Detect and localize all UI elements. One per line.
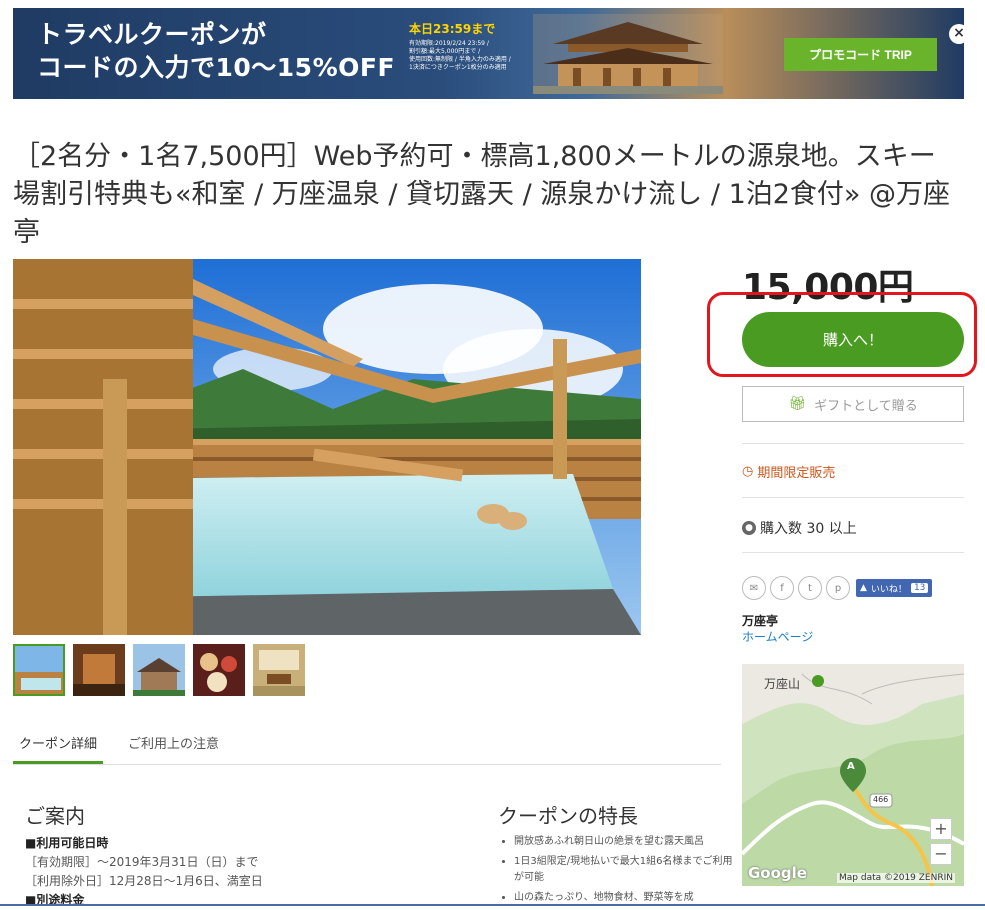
guide-info: ■利用可能日時 ［有効期限］〜2019年3月31日（日）まで ［利用除外日］12… xyxy=(25,834,465,910)
buy-button[interactable]: 購入へ！ xyxy=(742,312,964,367)
thumbnail-strip xyxy=(13,644,305,696)
banner-deadline: 本日23:59まで xyxy=(409,22,496,36)
expiry-value: ［有効期限］〜2019年3月31日（日）まで xyxy=(25,855,259,869)
excluded-dates-value: ［利用除外日］12月28日〜1月6日、満室日 xyxy=(25,874,263,888)
features-list: 開放感あふれ朝日山の絶景を望む露天風呂 1日3組限定/現地払いで最大1組6名様ま… xyxy=(498,834,736,910)
deal-title: ［2名分・1名7,500円］Web予約可・標高1,800メートルの源泉地。スキー… xyxy=(13,141,951,248)
people-icon: ● xyxy=(742,521,756,535)
guide-heading: ご案内 xyxy=(25,804,85,828)
thumbnail-exterior[interactable] xyxy=(133,644,185,696)
like-label: いいね！ xyxy=(870,584,907,595)
facebook-like-button[interactable]: ▲ いいね！ 13 xyxy=(856,579,933,597)
thumbnail-lobby[interactable] xyxy=(73,644,125,696)
homepage-link[interactable]: ホームページ xyxy=(742,628,813,645)
zoom-out-button[interactable]: − xyxy=(930,843,952,865)
pinterest-share-icon[interactable]: p xyxy=(826,576,850,600)
main-photo-onsen[interactable] xyxy=(13,259,641,635)
map-pin-icon[interactable]: A xyxy=(847,761,855,772)
purchase-count: ● 購入数 30 以上 xyxy=(742,518,857,538)
close-icon[interactable]: × xyxy=(949,24,964,44)
thumbnail-onsen[interactable] xyxy=(13,644,65,696)
limited-label: 期間限定販売 xyxy=(757,466,836,481)
promo-code-button[interactable]: プロモコード TRIP xyxy=(784,38,937,71)
map-place-label: 万座山 xyxy=(764,675,800,692)
share-bar: ✉ f t p ▲ いいね！ 13 xyxy=(742,576,933,600)
place-name: 万座山 xyxy=(764,677,801,691)
thumbnail-room[interactable] xyxy=(253,644,305,696)
gift-label: ギフトとして贈る xyxy=(814,398,918,414)
zoom-in-button[interactable]: + xyxy=(930,818,952,840)
divider xyxy=(742,552,964,553)
thumbs-up-icon: ▲ xyxy=(860,583,867,593)
feature-item: 開放感あふれ朝日山の絶景を望む露天風呂 xyxy=(514,834,736,850)
detail-tabs: クーポン詳細 ご利用上の注意 xyxy=(13,731,721,765)
map-attribution: Map data ©2019 ZENRIN xyxy=(837,873,955,883)
feature-item: 1日3組限定/現地払いで最大1組6名様までご利用が可能 xyxy=(514,854,736,886)
limited-time-badge: ◷ 期間限定販売 xyxy=(742,462,835,481)
divider xyxy=(742,497,964,498)
divider xyxy=(742,443,964,444)
google-logo: Google xyxy=(748,864,807,882)
bought-label: 購入数 30 以上 xyxy=(760,521,857,537)
temple-illustration xyxy=(533,14,723,94)
thumbnail-dinner[interactable] xyxy=(193,644,245,696)
facebook-share-icon[interactable]: f xyxy=(770,576,794,600)
extra-fee-label: ■別途料金 xyxy=(25,893,85,907)
shop-name: 万座亭 xyxy=(742,614,779,628)
page-bottom-edge xyxy=(0,904,985,906)
route-number: 466 xyxy=(873,795,889,804)
features-heading: クーポンの特長 xyxy=(498,804,638,828)
banner-title: トラベルクーポンが コードの入力で10〜15%OFF xyxy=(37,20,396,82)
twitter-share-icon[interactable]: t xyxy=(798,576,822,600)
like-count: 13 xyxy=(910,583,929,593)
gift-icon: 🎁︎ xyxy=(788,396,807,412)
availability-label: ■利用可能日時 xyxy=(25,836,109,850)
tab-coupon-details[interactable]: クーポン詳細 xyxy=(13,731,103,764)
gift-button[interactable]: 🎁︎ ギフトとして贈る xyxy=(742,386,964,422)
clock-icon: ◷ xyxy=(742,464,754,479)
tab-usage-notes[interactable]: ご利用上の注意 xyxy=(128,731,228,764)
promo-banner[interactable]: トラベルクーポンが コードの入力で10〜15%OFF 本日23:59まで 有効期… xyxy=(13,8,964,99)
mail-share-icon[interactable]: ✉ xyxy=(742,576,766,600)
